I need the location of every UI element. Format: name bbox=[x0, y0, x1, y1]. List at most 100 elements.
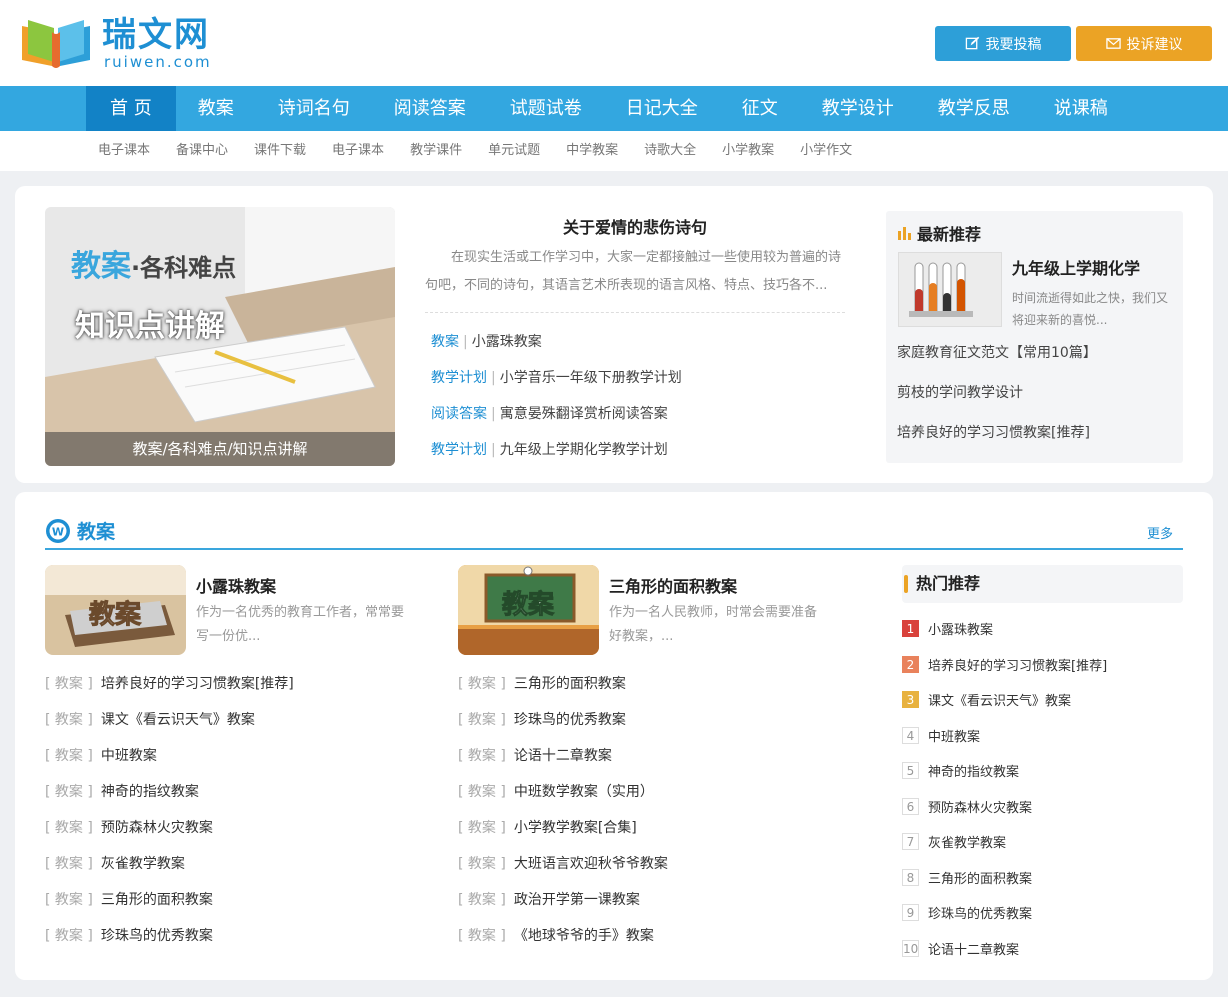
article-title[interactable]: 关于爱情的悲伤诗句 bbox=[425, 214, 845, 238]
article-link-text[interactable]: 小学音乐一年级下册教学计划 bbox=[500, 370, 682, 386]
list-item-title[interactable]: 预防森林火灾教案 bbox=[101, 820, 213, 836]
list-item[interactable]: [ 教案 ] 三角形的面积教案 bbox=[45, 886, 425, 922]
category-tag[interactable]: [ 教案 ] bbox=[458, 676, 506, 692]
category-tag[interactable]: [ 教案 ] bbox=[458, 784, 506, 800]
category-tag[interactable]: [ 教案 ] bbox=[45, 748, 93, 764]
hot-item[interactable]: 3 课文《看云识天气》教案 bbox=[902, 690, 1183, 726]
subnav-item[interactable]: 小学作文 bbox=[800, 131, 852, 171]
list-item[interactable]: [ 教案 ] 珍珠鸟的优秀教案 bbox=[458, 706, 838, 742]
banner-caption[interactable]: 教案/各科难点/知识点讲解 bbox=[45, 432, 395, 466]
article-link-tag[interactable]: 教学计划 bbox=[431, 370, 487, 386]
hot-item[interactable]: 6 预防森林火灾教案 bbox=[902, 797, 1183, 833]
hot-item-title[interactable]: 小露珠教案 bbox=[928, 619, 993, 638]
subnav-item[interactable]: 小学教案 bbox=[722, 131, 774, 171]
article-link-tag[interactable]: 教案 bbox=[431, 334, 459, 350]
hot-item[interactable]: 8 三角形的面积教案 bbox=[902, 868, 1183, 904]
hot-item-title[interactable]: 课文《看云识天气》教案 bbox=[928, 690, 1071, 709]
feature-image[interactable]: 教案 bbox=[45, 565, 186, 655]
nav-item[interactable]: 诗词名句 bbox=[256, 86, 372, 131]
feature-item[interactable]: 教案 小露珠教案 作为一名优秀的教育工作者，常常要写一份优... bbox=[45, 565, 405, 655]
list-item[interactable]: [ 教案 ] 珍珠鸟的优秀教案 bbox=[45, 922, 425, 958]
hot-item-title[interactable]: 三角形的面积教案 bbox=[928, 868, 1032, 887]
subnav-item[interactable]: 电子课本 bbox=[98, 131, 150, 171]
list-item[interactable]: [ 教案 ] 预防森林火灾教案 bbox=[45, 814, 425, 850]
hot-item-title[interactable]: 中班教案 bbox=[928, 726, 980, 745]
latest-list-item[interactable]: 家庭教育征文范文【常用10篇】 bbox=[897, 341, 1097, 381]
hot-item-title[interactable]: 珍珠鸟的优秀教案 bbox=[928, 903, 1032, 922]
subnav-item[interactable]: 备课中心 bbox=[176, 131, 228, 171]
feedback-button[interactable]: 投诉建议 bbox=[1076, 26, 1212, 61]
banner[interactable]: 教案·各科难点 知识点讲解 教案/各科难点/知识点讲解 bbox=[45, 207, 395, 466]
article-link-tag[interactable]: 教学计划 bbox=[431, 442, 487, 458]
list-item-title[interactable]: 课文《看云识天气》教案 bbox=[101, 712, 255, 728]
hot-item[interactable]: 2 培养良好的学习习惯教案[推荐] bbox=[902, 655, 1183, 691]
hot-item-title[interactable]: 培养良好的学习习惯教案[推荐] bbox=[928, 655, 1107, 674]
list-item-title[interactable]: 《地球爷爷的手》教案 bbox=[514, 928, 654, 944]
list-item[interactable]: [ 教案 ] 中班教案 bbox=[45, 742, 425, 778]
hot-item[interactable]: 10 论语十二章教案 bbox=[902, 939, 1183, 975]
list-item[interactable]: [ 教案 ] 大班语言欢迎秋爷爷教案 bbox=[458, 850, 838, 886]
hot-item[interactable]: 5 神奇的指纹教案 bbox=[902, 761, 1183, 797]
article-link-text[interactable]: 寓意晏殊翻译赏析阅读答案 bbox=[500, 406, 668, 422]
latest-top-title[interactable]: 九年级上学期化学 bbox=[1012, 255, 1140, 279]
latest-list-item[interactable]: 培养良好的学习习惯教案[推荐] bbox=[897, 421, 1097, 461]
subnav-item[interactable]: 教学课件 bbox=[410, 131, 462, 171]
subnav-item[interactable]: 单元试题 bbox=[488, 131, 540, 171]
category-tag[interactable]: [ 教案 ] bbox=[458, 928, 506, 944]
article-link-text[interactable]: 小露珠教案 bbox=[472, 334, 542, 350]
category-tag[interactable]: [ 教案 ] bbox=[45, 712, 93, 728]
category-tag[interactable]: [ 教案 ] bbox=[458, 712, 506, 728]
list-item-title[interactable]: 三角形的面积教案 bbox=[101, 892, 213, 908]
nav-item[interactable]: 说课稿 bbox=[1032, 86, 1130, 131]
hot-item-title[interactable]: 神奇的指纹教案 bbox=[928, 761, 1019, 780]
list-item[interactable]: [ 教案 ] 课文《看云识天气》教案 bbox=[45, 706, 425, 742]
hot-item[interactable]: 9 珍珠鸟的优秀教案 bbox=[902, 903, 1183, 939]
subnav-item[interactable]: 课件下载 bbox=[254, 131, 306, 171]
hot-item[interactable]: 7 灰雀教学教案 bbox=[902, 832, 1183, 868]
list-item-title[interactable]: 大班语言欢迎秋爷爷教案 bbox=[514, 856, 668, 872]
list-item[interactable]: [ 教案 ] 小学教学教案[合集] bbox=[458, 814, 838, 850]
subnav-item[interactable]: 中学教案 bbox=[566, 131, 618, 171]
list-item[interactable]: [ 教案 ] 神奇的指纹教案 bbox=[45, 778, 425, 814]
latest-list-item[interactable]: 剪枝的学问教学设计 bbox=[897, 381, 1097, 421]
hot-item-title[interactable]: 灰雀教学教案 bbox=[928, 832, 1006, 851]
feature-image[interactable]: 教案 bbox=[458, 565, 599, 655]
hot-item-title[interactable]: 预防森林火灾教案 bbox=[928, 797, 1032, 816]
list-item-title[interactable]: 政治开学第一课教案 bbox=[514, 892, 640, 908]
feature-item[interactable]: 教案 三角形的面积教案 作为一名人民教师，时常会需要准备好教案，... bbox=[458, 565, 818, 655]
list-item[interactable]: [ 教案 ] 论语十二章教案 bbox=[458, 742, 838, 778]
nav-item[interactable]: 阅读答案 bbox=[372, 86, 488, 131]
nav-item[interactable]: 教学设计 bbox=[800, 86, 916, 131]
category-tag[interactable]: [ 教案 ] bbox=[458, 892, 506, 908]
list-item-title[interactable]: 珍珠鸟的优秀教案 bbox=[514, 712, 626, 728]
list-item-title[interactable]: 中班教案 bbox=[101, 748, 157, 764]
list-item-title[interactable]: 中班数学教案（实用） bbox=[514, 784, 654, 800]
more-link[interactable]: 更多 bbox=[1147, 523, 1173, 542]
list-item-title[interactable]: 三角形的面积教案 bbox=[514, 676, 626, 692]
nav-item[interactable]: 日记大全 bbox=[604, 86, 720, 131]
feature-title[interactable]: 三角形的面积教案 bbox=[609, 573, 737, 597]
hot-item[interactable]: 1 小露珠教案 bbox=[902, 619, 1183, 655]
category-tag[interactable]: [ 教案 ] bbox=[458, 856, 506, 872]
hot-item-title[interactable]: 论语十二章教案 bbox=[928, 939, 1019, 958]
category-tag[interactable]: [ 教案 ] bbox=[458, 820, 506, 836]
category-tag[interactable]: [ 教案 ] bbox=[45, 820, 93, 836]
nav-item[interactable]: 首 页 bbox=[86, 86, 176, 131]
list-item[interactable]: [ 教案 ] 灰雀教学教案 bbox=[45, 850, 425, 886]
latest-thumbnail[interactable] bbox=[898, 252, 1002, 327]
list-item-title[interactable]: 珍珠鸟的优秀教案 bbox=[101, 928, 213, 944]
category-tag[interactable]: [ 教案 ] bbox=[45, 856, 93, 872]
article-link-tag[interactable]: 阅读答案 bbox=[431, 406, 487, 422]
article-link-text[interactable]: 九年级上学期化学教学计划 bbox=[500, 442, 668, 458]
feature-title[interactable]: 小露珠教案 bbox=[196, 573, 276, 597]
category-tag[interactable]: [ 教案 ] bbox=[458, 748, 506, 764]
site-logo[interactable]: 瑞文网 ruiwen.com bbox=[18, 12, 228, 72]
category-tag[interactable]: [ 教案 ] bbox=[45, 676, 93, 692]
nav-item[interactable]: 教案 bbox=[176, 86, 256, 131]
nav-item[interactable]: 征文 bbox=[720, 86, 800, 131]
category-tag[interactable]: [ 教案 ] bbox=[45, 892, 93, 908]
subnav-item[interactable]: 电子课本 bbox=[332, 131, 384, 171]
list-item[interactable]: [ 教案 ] 培养良好的学习习惯教案[推荐] bbox=[45, 670, 425, 706]
list-item[interactable]: [ 教案 ] 政治开学第一课教案 bbox=[458, 886, 838, 922]
list-item-title[interactable]: 小学教学教案[合集] bbox=[514, 820, 637, 836]
